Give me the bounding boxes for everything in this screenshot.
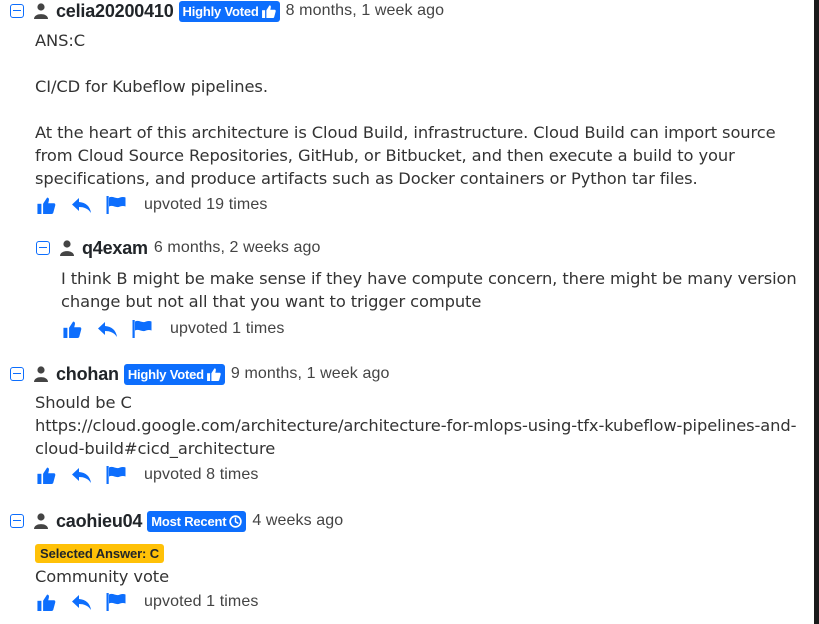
comment-actions: upvoted 1 times [35,590,800,614]
username[interactable]: q4exam [82,238,148,259]
reply-button[interactable] [70,195,92,215]
comment-link[interactable]: https://cloud.google.com/architecture/ar… [35,414,800,460]
comment-time: 4 weeks ago [252,512,344,529]
collapse-icon[interactable] [10,4,24,18]
reply-icon [71,197,91,213]
flag-icon [132,320,152,338]
comment: caohieu04 Most Recent 4 weeks ago Select… [10,510,800,614]
username[interactable]: celia20200410 [56,1,174,22]
thumbs-up-icon [36,594,55,611]
reply-comment: q4exam 6 months, 2 weeks ago I think B m… [36,237,800,341]
comment-header: celia20200410 Highly Voted 8 months, 1 w… [10,0,800,22]
reply-icon [71,467,91,483]
comment-actions: upvoted 19 times [35,193,800,217]
comment-actions: upvoted 8 times [35,463,800,487]
badge-label: Most Recent [151,513,227,529]
user-icon [60,240,74,256]
username[interactable]: caohieu04 [56,511,142,532]
comment-header: caohieu04 Most Recent 4 weeks ago [10,510,800,532]
upvote-button[interactable] [61,319,83,339]
user-icon [34,3,48,19]
most-recent-badge: Most Recent [147,510,247,532]
flag-icon [106,196,126,214]
flag-icon [106,466,126,484]
thumbs-up-icon [261,4,276,18]
reply-button[interactable] [70,592,92,612]
upvote-button[interactable] [35,465,57,485]
collapse-icon[interactable] [10,514,24,528]
reply-button[interactable] [96,319,118,339]
upvote-button[interactable] [35,195,57,215]
badge-label: Highly Voted [127,366,204,382]
comment-header: chohan Highly Voted 9 months, 1 week ago [10,363,800,385]
comment-time: 6 months, 2 weeks ago [153,239,321,256]
comment-time: 9 months, 1 week ago [230,365,390,382]
comment: celia20200410 Highly Voted 8 months, 1 w… [10,0,800,217]
reply-icon [71,594,91,610]
comment-time: 8 months, 1 week ago [285,2,445,19]
report-button[interactable] [105,465,127,485]
thumbs-up-icon [206,367,221,381]
comment-line: I think B might be make sense if they ha… [61,269,797,311]
comment-header: q4exam 6 months, 2 weeks ago [36,237,800,259]
report-button[interactable] [105,195,127,215]
vote-count: upvoted 8 times [144,466,259,483]
report-button[interactable] [131,319,153,339]
user-icon [34,366,48,382]
collapse-icon[interactable] [10,367,24,381]
reply-icon [97,321,117,337]
thumbs-up-icon [62,321,81,338]
comment-line: CI/CD for Kubeflow pipelines. [35,77,268,96]
comment-line: Should be C [35,393,132,412]
comment: chohan Highly Voted 9 months, 1 week ago… [10,363,800,487]
thumbs-up-icon [36,197,55,214]
vote-count: upvoted 1 times [170,320,285,337]
collapse-icon[interactable] [36,241,50,255]
comment-line: ANS:C [35,31,86,50]
comment-body: Should be C https://cloud.google.com/arc… [35,391,800,460]
comment-body: Community vote [35,565,800,588]
upvote-button[interactable] [35,592,57,612]
comment-body: I think B might be make sense if they ha… [61,267,800,313]
highly-voted-badge: Highly Voted [123,363,225,385]
clock-icon [229,514,243,528]
comment-body: ANS:C CI/CD for Kubeflow pipelines. At t… [35,29,800,190]
report-button[interactable] [105,592,127,612]
flag-icon [106,593,126,611]
selected-answer-badge: Selected Answer: C [35,544,165,563]
vote-count: upvoted 19 times [144,196,268,213]
comment-line: Community vote [35,567,170,586]
username[interactable]: chohan [56,364,119,385]
comment-actions: upvoted 1 times [61,317,800,341]
vote-count: upvoted 1 times [144,593,259,610]
window-edge [814,0,819,624]
user-icon [34,513,48,529]
badge-label: Highly Voted [182,3,259,19]
comment-line: At the heart of this architecture is Clo… [35,123,776,188]
reply-button[interactable] [70,465,92,485]
thumbs-up-icon [36,467,55,484]
highly-voted-badge: Highly Voted [178,0,280,22]
